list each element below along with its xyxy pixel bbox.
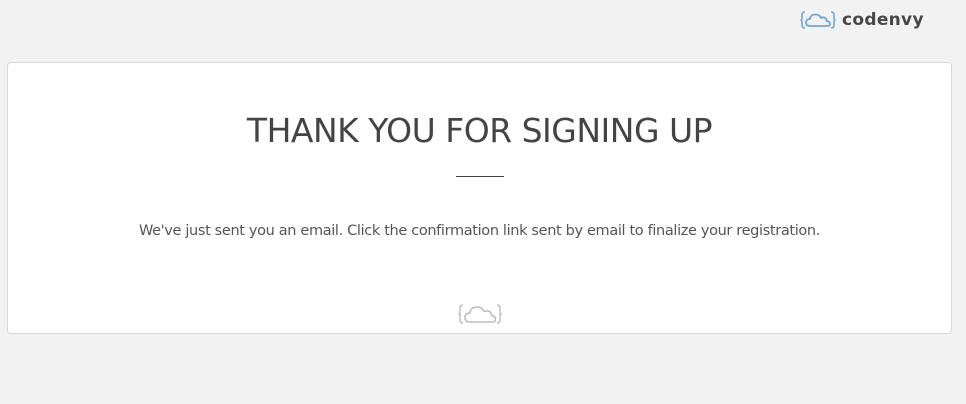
codenvy-logo[interactable]: codenvy [800,8,924,32]
page-title: THANK YOU FOR SIGNING UP [246,111,713,150]
cloud-braces-icon [457,301,503,327]
brand-name: codenvy [842,9,924,30]
confirmation-message: We've just sent you an email. Click the … [138,223,821,239]
confirmation-card: THANK YOU FOR SIGNING UP We've just sent… [7,62,952,334]
title-divider [456,176,504,177]
cloud-braces-icon [800,9,836,31]
